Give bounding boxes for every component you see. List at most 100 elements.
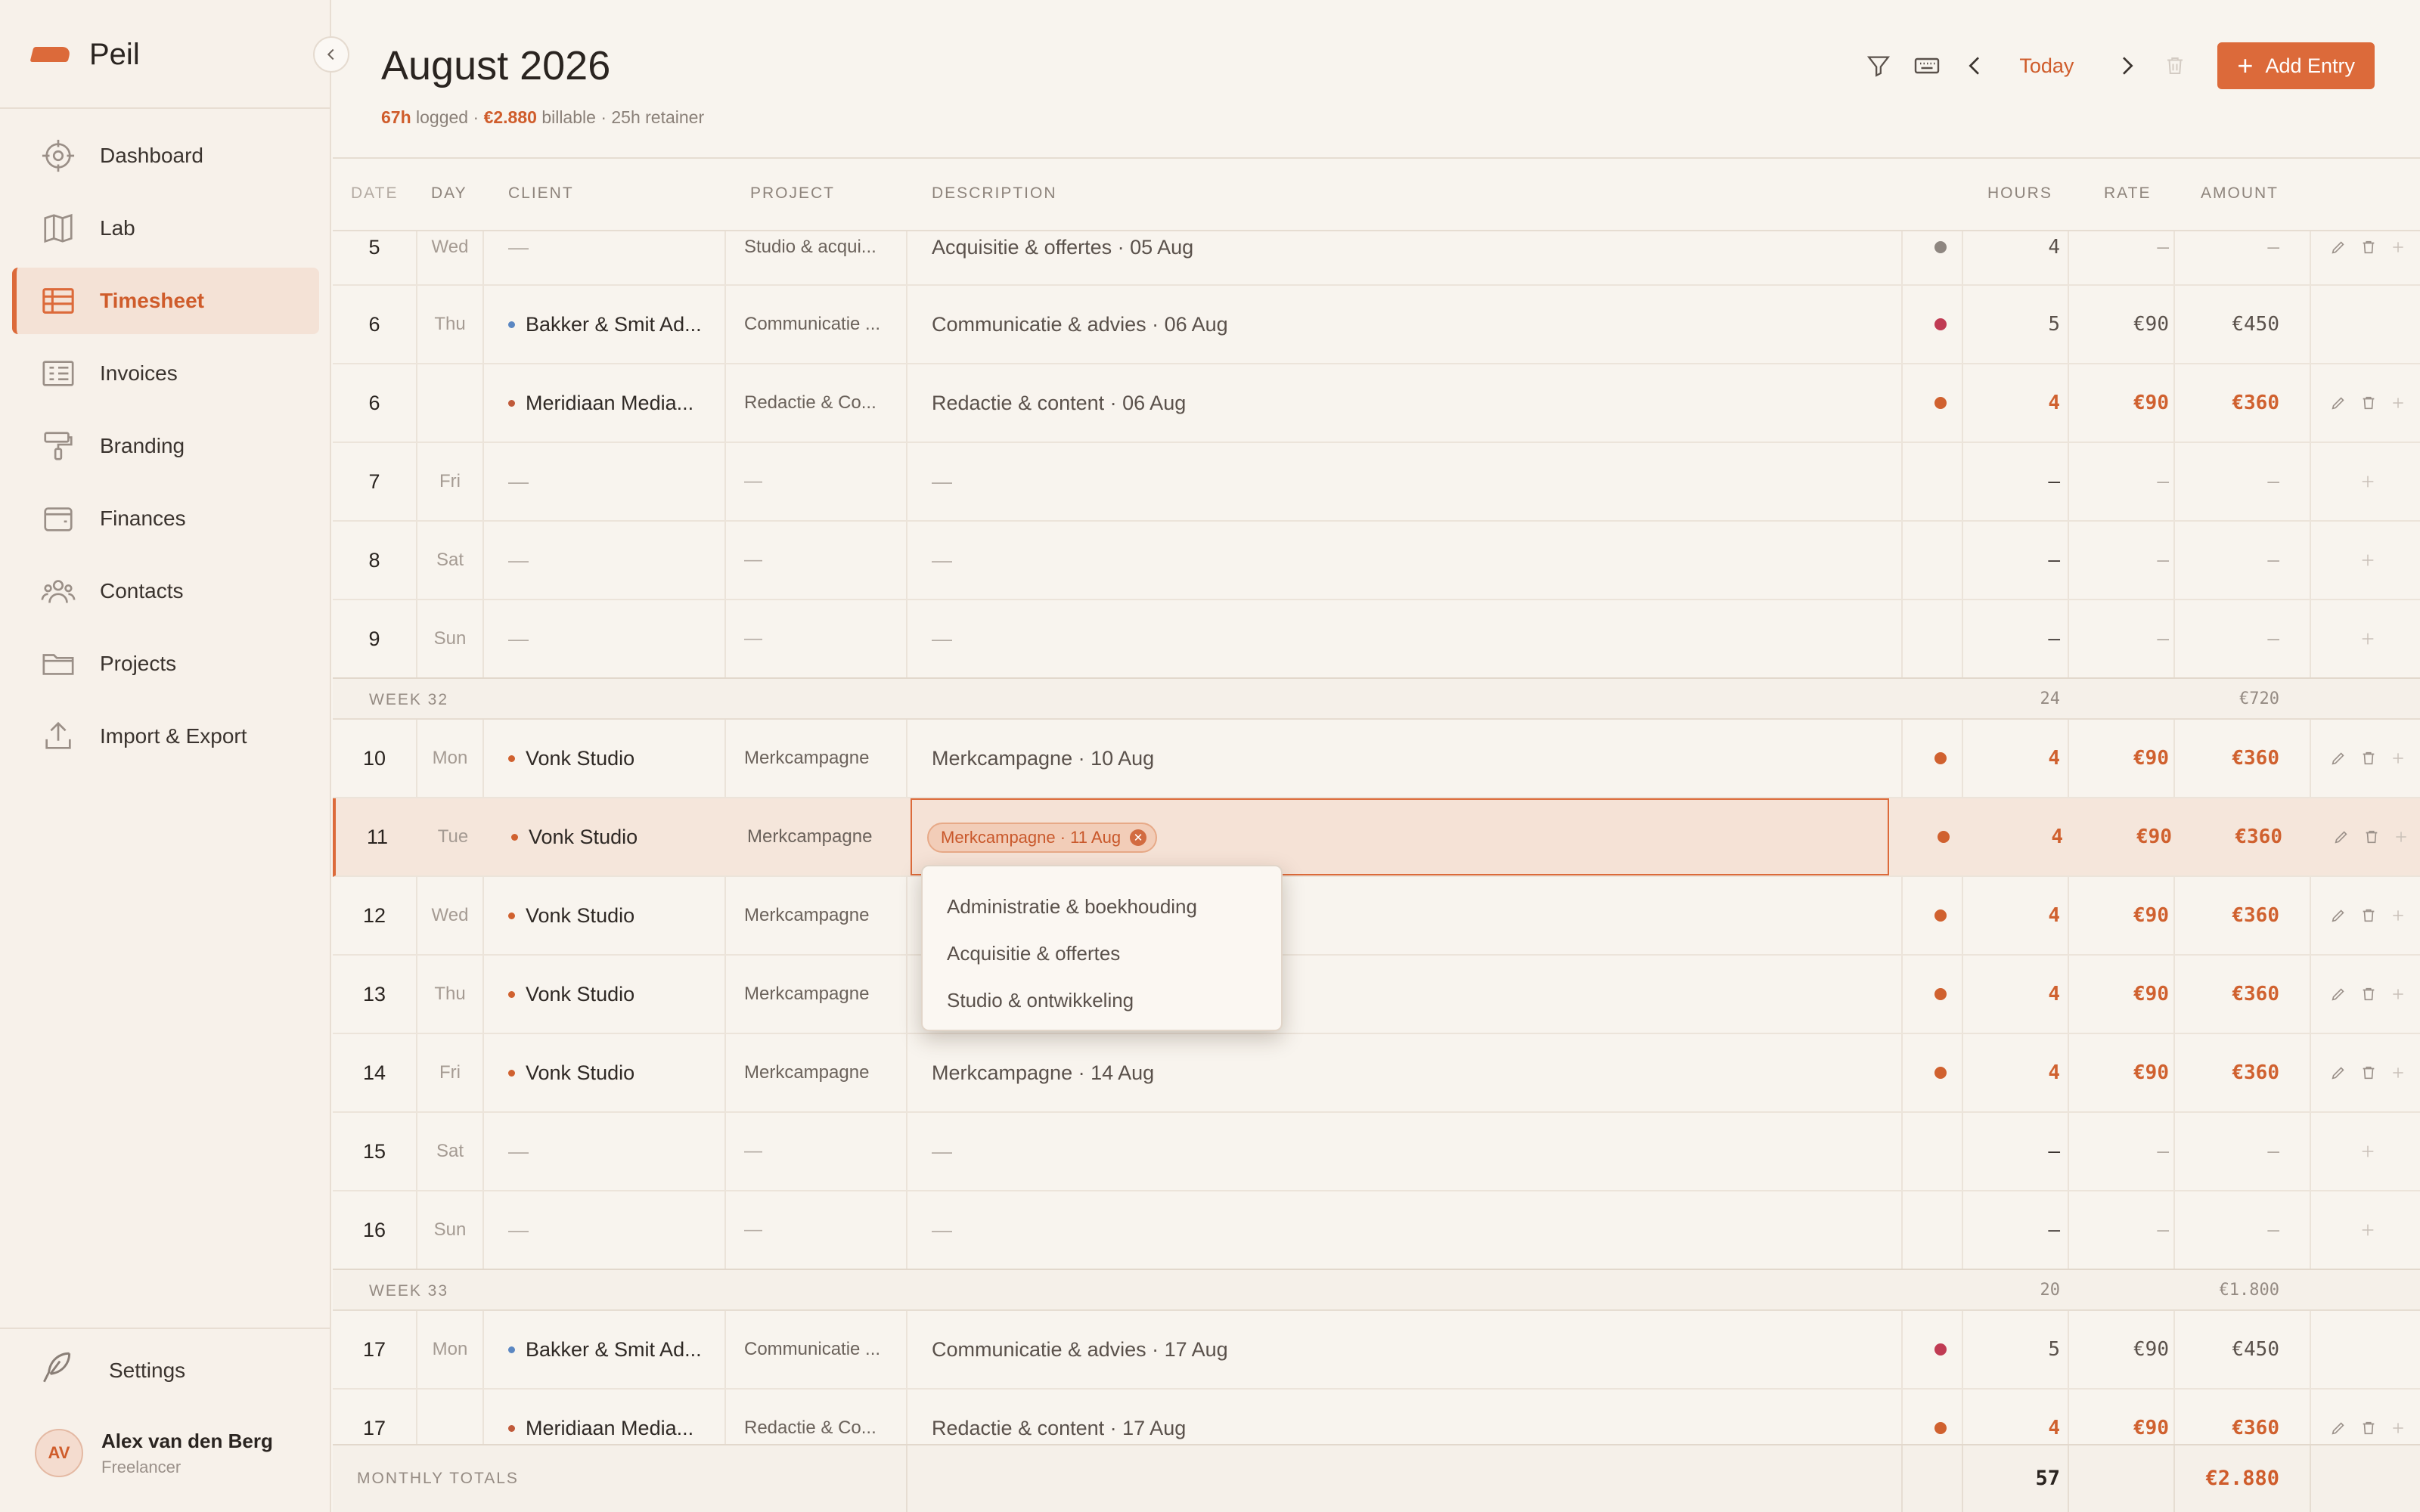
trash-icon[interactable] — [2360, 986, 2377, 1002]
filter-button[interactable] — [1859, 46, 1898, 85]
column-header-client[interactable]: CLIENT — [508, 184, 574, 203]
cell-client[interactable]: Bakker & Smit Ad... — [508, 286, 705, 363]
cell-client[interactable]: — — [508, 522, 705, 599]
cell-hours[interactable]: 4 — [1969, 1034, 2078, 1111]
table-row[interactable]: 16 Sun — — — — — — — [333, 1191, 2420, 1270]
cell-client[interactable]: — — [508, 230, 705, 265]
pencil-icon[interactable] — [2330, 750, 2347, 767]
cell-hours[interactable]: 4 — [1969, 720, 2078, 797]
table-row[interactable]: 13 Thu Vonk Studio Merkcampagne 4 €90 €3… — [333, 956, 2420, 1034]
cell-project[interactable]: Merkcampagne — [744, 877, 895, 954]
sidebar-item-timesheet[interactable]: Timesheet — [12, 268, 319, 334]
sidebar-item-contacts[interactable]: Contacts — [12, 558, 319, 624]
column-header-hours[interactable]: HOURS — [1987, 184, 2052, 203]
trash-icon[interactable] — [2360, 1064, 2377, 1081]
cell-project[interactable]: Merkcampagne — [747, 798, 898, 875]
cell-project[interactable]: Communicatie ... — [744, 286, 895, 363]
cell-client[interactable]: Vonk Studio — [508, 1034, 705, 1111]
cell-client[interactable]: — — [508, 443, 705, 520]
table-row[interactable]: 14 Fri Vonk Studio Merkcampagne Merkcamp… — [333, 1034, 2420, 1113]
description-tag[interactable]: Merkcampagne · 11 Aug ✕ — [927, 823, 1158, 853]
cell-client[interactable]: — — [508, 600, 705, 677]
plus-icon[interactable] — [2391, 1065, 2406, 1080]
previous-month-button[interactable] — [1956, 46, 1995, 85]
cell-project[interactable]: Merkcampagne — [744, 956, 895, 1033]
cell-hours[interactable]: 4 — [1969, 877, 2078, 954]
pencil-icon[interactable] — [2330, 239, 2347, 256]
cell-hours[interactable]: — — [1969, 443, 2078, 520]
column-header-project[interactable]: PROJECT — [750, 184, 835, 203]
trash-icon[interactable] — [2360, 239, 2377, 256]
cell-description[interactable]: Acquisitie & offertes · 05 Aug — [932, 230, 1839, 265]
description-editor[interactable]: Merkcampagne · 11 Aug ✕ — [911, 798, 1889, 875]
cell-project[interactable]: Merkcampagne — [744, 720, 895, 797]
cell-hours[interactable]: 4 — [1969, 364, 2078, 442]
next-month-button[interactable] — [2107, 46, 2146, 85]
cell-client[interactable]: Meridiaan Media... — [508, 364, 705, 442]
cell-project[interactable]: — — [744, 443, 895, 520]
plus-icon[interactable] — [2394, 829, 2409, 844]
cell-description[interactable]: — — [932, 1191, 1839, 1269]
table-row[interactable]: 10 Mon Vonk Studio Merkcampagne Merkcamp… — [333, 720, 2420, 798]
cell-description[interactable]: — — [932, 443, 1839, 520]
plus-icon[interactable] — [2391, 987, 2406, 1002]
cell-project[interactable]: Merkcampagne — [744, 1034, 895, 1111]
user-profile[interactable]: AV Alex van den Berg Freelancer — [35, 1429, 273, 1477]
cell-project[interactable]: — — [744, 1191, 895, 1269]
table-row[interactable]: 15 Sat — — — — — — — [333, 1113, 2420, 1191]
cell-hours[interactable]: 4 — [1972, 798, 2081, 875]
cell-hours[interactable]: — — [1969, 600, 2078, 677]
cell-project[interactable]: — — [744, 522, 895, 599]
trash-icon[interactable] — [2360, 907, 2377, 924]
collapse-sidebar-button[interactable] — [313, 36, 349, 73]
table-row[interactable]: 7 Fri — — — — — — — [333, 443, 2420, 522]
cell-hours[interactable]: — — [1969, 1113, 2078, 1190]
add-entry-button[interactable]: + Add Entry — [2217, 42, 2375, 89]
cell-description[interactable]: — — [932, 1113, 1839, 1190]
cell-client[interactable]: Vonk Studio — [508, 720, 705, 797]
pencil-icon[interactable] — [2330, 1420, 2347, 1436]
sidebar-item-invoices[interactable]: Invoices — [12, 340, 319, 407]
cell-client[interactable]: Vonk Studio — [511, 798, 708, 875]
table-row[interactable]: 6 Thu Bakker & Smit Ad... Communicatie .… — [333, 286, 2420, 364]
column-header-rate[interactable]: RATE — [2104, 184, 2151, 203]
pencil-icon[interactable] — [2330, 1064, 2347, 1081]
cell-description[interactable]: — — [932, 522, 1839, 599]
delete-button[interactable] — [2155, 46, 2195, 85]
dropdown-option[interactable]: Studio & ontwikkeling — [923, 977, 1281, 1024]
pencil-icon[interactable] — [2330, 986, 2347, 1002]
plus-icon[interactable] — [2360, 473, 2376, 490]
column-header-date[interactable]: DATE — [351, 184, 398, 203]
dropdown-option[interactable]: Administratie & boekhouding — [923, 883, 1281, 930]
cell-client[interactable]: Bakker & Smit Ad... — [508, 1311, 705, 1388]
brand[interactable]: Peil — [29, 32, 140, 77]
cell-hours[interactable]: 5 — [1969, 286, 2078, 363]
table-row[interactable]: 12 Wed Vonk Studio Merkcampagne 4 €90 €3… — [333, 877, 2420, 956]
column-header-day[interactable]: DAY — [431, 184, 467, 203]
column-header-amount[interactable]: AMOUNT — [2201, 184, 2279, 203]
cell-description[interactable]: — — [932, 600, 1839, 677]
plus-icon[interactable] — [2391, 395, 2406, 411]
cell-description[interactable]: Communicatie & advies · 06 Aug — [932, 286, 1839, 363]
plus-icon[interactable] — [2391, 1421, 2406, 1436]
remove-tag-icon[interactable]: ✕ — [1130, 829, 1147, 846]
cell-hours[interactable]: 4 — [1969, 956, 2078, 1033]
trash-icon[interactable] — [2360, 1420, 2377, 1436]
sidebar-item-lab[interactable]: Lab — [12, 195, 319, 262]
cell-project[interactable]: — — [744, 600, 895, 677]
table-row[interactable]: 8 Sat — — — — — — — [333, 522, 2420, 600]
cell-client[interactable]: — — [508, 1191, 705, 1269]
cell-client[interactable]: Vonk Studio — [508, 877, 705, 954]
cell-description[interactable]: Merkcampagne · 14 Aug — [932, 1034, 1839, 1111]
sidebar-item-branding[interactable]: Branding — [12, 413, 319, 479]
plus-icon[interactable] — [2391, 240, 2406, 255]
settings-button[interactable]: Settings — [38, 1349, 185, 1392]
cell-description[interactable]: Redactie & content · 06 Aug — [932, 364, 1839, 442]
cell-description[interactable]: Communicatie & advies · 17 Aug — [932, 1311, 1839, 1388]
cell-hours[interactable]: — — [1969, 1191, 2078, 1269]
table-row[interactable]: 17 Mon Bakker & Smit Ad... Communicatie … — [333, 1311, 2420, 1390]
cell-project[interactable]: Redactie & Co... — [744, 364, 895, 442]
sidebar-item-finances[interactable]: Finances — [12, 485, 319, 552]
plus-icon[interactable] — [2391, 908, 2406, 923]
dropdown-option[interactable]: Acquisitie & offertes — [923, 930, 1281, 977]
